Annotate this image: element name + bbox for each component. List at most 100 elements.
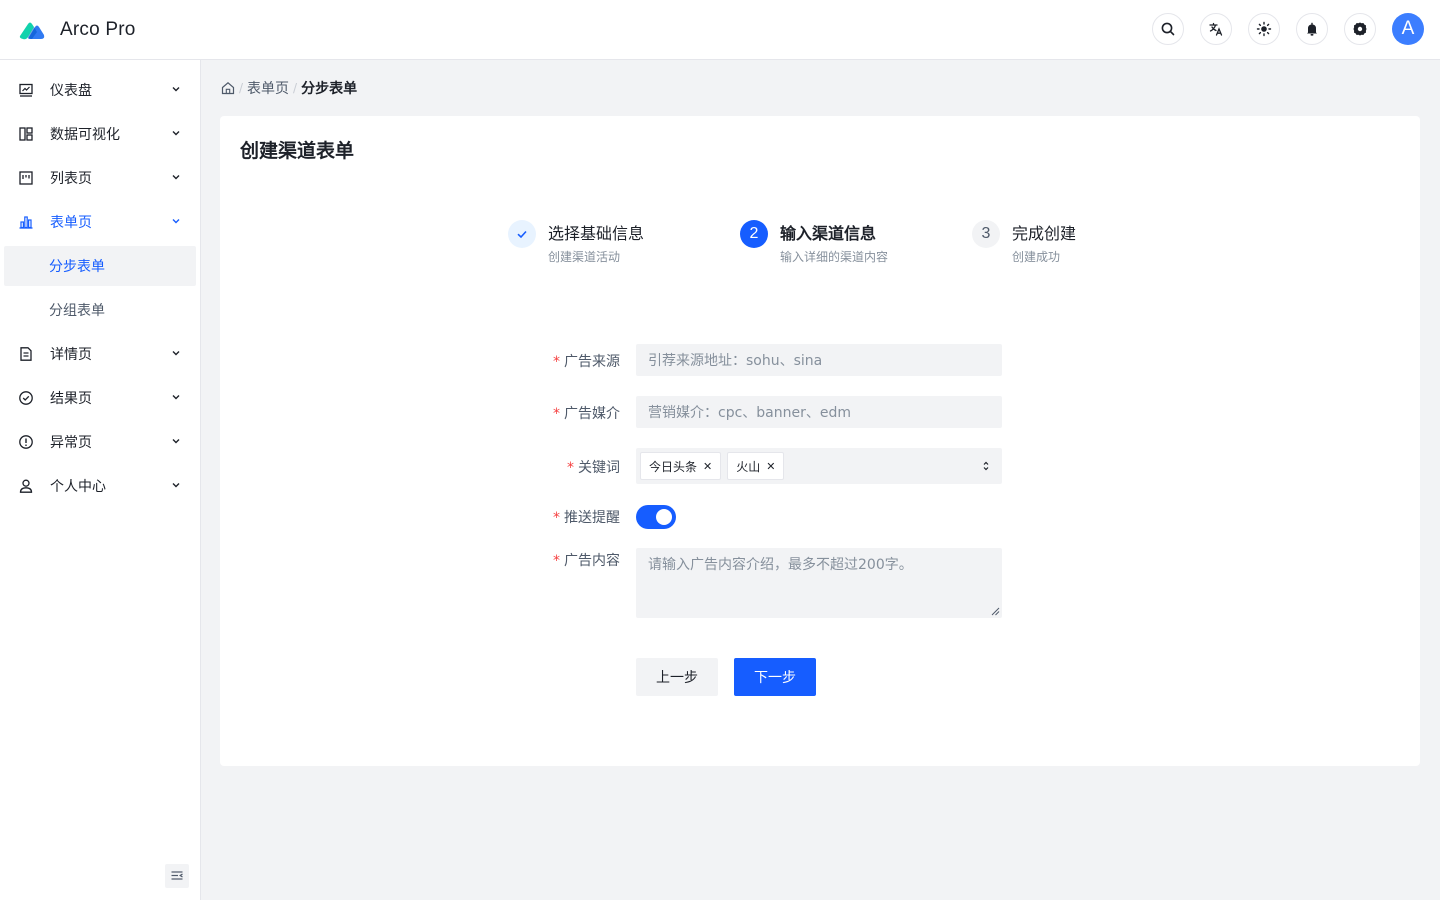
sidebar: 仪表盘 数据可视化 列表页 表单页 分步表单 分组表单 详情页 结果页 异常页 … bbox=[0, 60, 201, 900]
step-number: 3 bbox=[972, 220, 1000, 248]
chevron-down-icon bbox=[172, 439, 180, 444]
sidebar-item-form[interactable]: 表单页 bbox=[4, 202, 196, 242]
sidebar-item-label: 详情页 bbox=[50, 347, 92, 363]
breadcrumb-separator: / bbox=[239, 81, 244, 95]
push-remind-switch[interactable] bbox=[636, 505, 676, 529]
home-icon[interactable] bbox=[221, 81, 235, 95]
settings-button[interactable] bbox=[1344, 13, 1376, 45]
step-title: 输入渠道信息 bbox=[780, 224, 877, 243]
breadcrumb-current: 分步表单 bbox=[301, 81, 358, 97]
sidebar-subitem-step-form[interactable]: 分步表单 bbox=[4, 246, 196, 286]
user-avatar[interactable]: A bbox=[1392, 13, 1424, 45]
step-text: 完成创建 创建成功 bbox=[1012, 220, 1076, 265]
next-step-button[interactable]: 下一步 bbox=[734, 658, 816, 696]
expand-icon bbox=[983, 461, 989, 471]
sidebar-item-visualization[interactable]: 数据可视化 bbox=[4, 114, 196, 154]
label-text: 推送提醒 bbox=[564, 510, 620, 526]
prev-step-button[interactable]: 上一步 bbox=[636, 658, 718, 696]
step-1[interactable]: 选择基础信息 创建渠道活动 bbox=[508, 220, 644, 265]
exclamation-circle-icon bbox=[18, 434, 34, 450]
sidebar-item-user-center[interactable]: 个人中心 bbox=[4, 466, 196, 506]
keyword-tag: 今日头条 ✕ bbox=[640, 452, 722, 480]
required-mark: * bbox=[567, 460, 574, 476]
switch-knob bbox=[656, 509, 672, 525]
menu-fold-icon bbox=[171, 871, 183, 880]
close-icon[interactable]: ✕ bbox=[703, 460, 712, 473]
breadcrumb-separator: / bbox=[293, 81, 298, 95]
translate-icon bbox=[1209, 22, 1223, 36]
file-icon bbox=[18, 346, 34, 362]
check-icon bbox=[517, 230, 527, 239]
sidebar-item-dashboard[interactable]: 仪表盘 bbox=[4, 70, 196, 110]
form-card: 创建渠道表单 选择基础信息 创建渠道活动 2 输入渠道信息 输入详细的渠道内容 … bbox=[220, 116, 1420, 766]
chevron-down-icon bbox=[172, 351, 180, 356]
ad-content-textarea[interactable]: 请输入广告内容介绍，最多不超过200字。 bbox=[636, 548, 1002, 618]
step-desc: 创建渠道活动 bbox=[548, 250, 621, 264]
sidebar-collapse-button[interactable] bbox=[165, 864, 189, 888]
brand-name: Arco Pro bbox=[60, 18, 136, 40]
sidebar-item-exception[interactable]: 异常页 bbox=[4, 422, 196, 462]
sidebar-item-label: 个人中心 bbox=[50, 479, 106, 495]
chevron-down-icon bbox=[172, 395, 180, 400]
resize-handle-icon[interactable] bbox=[990, 606, 1000, 616]
step-title: 选择基础信息 bbox=[548, 224, 645, 243]
chevron-down-icon bbox=[172, 131, 180, 136]
user-icon bbox=[18, 478, 34, 494]
step-3[interactable]: 3 完成创建 创建成功 bbox=[972, 220, 1076, 265]
step-title: 完成创建 bbox=[1012, 224, 1077, 243]
chevron-down-icon bbox=[172, 483, 180, 488]
label-text: 关键词 bbox=[578, 460, 620, 476]
sidebar-item-label: 数据可视化 bbox=[50, 127, 120, 143]
sidebar-item-label: 异常页 bbox=[50, 435, 92, 451]
notification-button[interactable] bbox=[1296, 13, 1328, 45]
sidebar-subitem-group-form[interactable]: 分组表单 bbox=[4, 290, 196, 330]
sun-icon bbox=[1256, 21, 1272, 37]
label-ad-content: * 广告内容 bbox=[500, 550, 620, 570]
step-desc: 创建成功 bbox=[1012, 250, 1061, 264]
breadcrumb: / 表单页 / 分步表单 bbox=[221, 78, 357, 98]
close-icon[interactable]: ✕ bbox=[766, 460, 775, 473]
search-icon bbox=[1161, 22, 1175, 36]
label-ad-source: * 广告来源 bbox=[500, 351, 620, 371]
gear-icon bbox=[1353, 22, 1367, 36]
sidebar-item-list[interactable]: 列表页 bbox=[4, 158, 196, 198]
required-mark: * bbox=[553, 553, 560, 569]
list-icon bbox=[18, 170, 34, 186]
step-finish-circle bbox=[508, 220, 536, 248]
top-navbar: Arco Pro A bbox=[0, 0, 1440, 60]
textarea-placeholder: 请输入广告内容介绍，最多不超过200字。 bbox=[648, 557, 913, 573]
label-push-remind: * 推送提醒 bbox=[500, 507, 620, 527]
sidebar-item-profile-page[interactable]: 详情页 bbox=[4, 334, 196, 374]
label-keywords: * 关键词 bbox=[500, 457, 620, 477]
step-text: 输入渠道信息 输入详细的渠道内容 bbox=[780, 220, 888, 265]
theme-toggle-button[interactable] bbox=[1248, 13, 1280, 45]
sidebar-item-label: 结果页 bbox=[50, 391, 92, 407]
ad-media-input[interactable]: 营销媒介：cpc、banner、edm bbox=[636, 396, 1002, 428]
step-number: 2 bbox=[740, 220, 768, 248]
search-button[interactable] bbox=[1152, 13, 1184, 45]
sidebar-item-label: 表单页 bbox=[50, 215, 92, 231]
label-ad-media: * 广告媒介 bbox=[500, 403, 620, 423]
page-title: 创建渠道表单 bbox=[240, 140, 355, 162]
keywords-select[interactable]: 今日头条 ✕ 火山 ✕ bbox=[636, 448, 1002, 484]
label-text: 广告媒介 bbox=[564, 406, 620, 422]
step-2[interactable]: 2 输入渠道信息 输入详细的渠道内容 bbox=[740, 220, 888, 265]
sidebar-item-result[interactable]: 结果页 bbox=[4, 378, 196, 418]
dashboard-icon bbox=[18, 82, 34, 98]
header-actions: A bbox=[1136, 13, 1424, 45]
step-desc: 输入详细的渠道内容 bbox=[780, 250, 889, 264]
ad-source-input[interactable]: 引荐来源地址：sohu、sina bbox=[636, 344, 1002, 376]
steps: 选择基础信息 创建渠道活动 2 输入渠道信息 输入详细的渠道内容 3 完成创建 … bbox=[508, 220, 1128, 280]
check-circle-icon bbox=[18, 390, 34, 406]
tag-label: 今日头条 bbox=[649, 459, 698, 474]
language-button[interactable] bbox=[1200, 13, 1232, 45]
label-text: 广告内容 bbox=[564, 553, 620, 569]
brand[interactable]: Arco Pro bbox=[18, 19, 136, 41]
tag-label: 火山 bbox=[736, 459, 761, 474]
chevron-down-icon bbox=[172, 87, 180, 92]
sidebar-item-label: 仪表盘 bbox=[50, 83, 92, 99]
label-text: 广告来源 bbox=[564, 354, 620, 370]
layout-icon bbox=[18, 126, 34, 142]
breadcrumb-form-page[interactable]: 表单页 bbox=[247, 78, 289, 98]
sidebar-item-label: 列表页 bbox=[50, 171, 92, 187]
